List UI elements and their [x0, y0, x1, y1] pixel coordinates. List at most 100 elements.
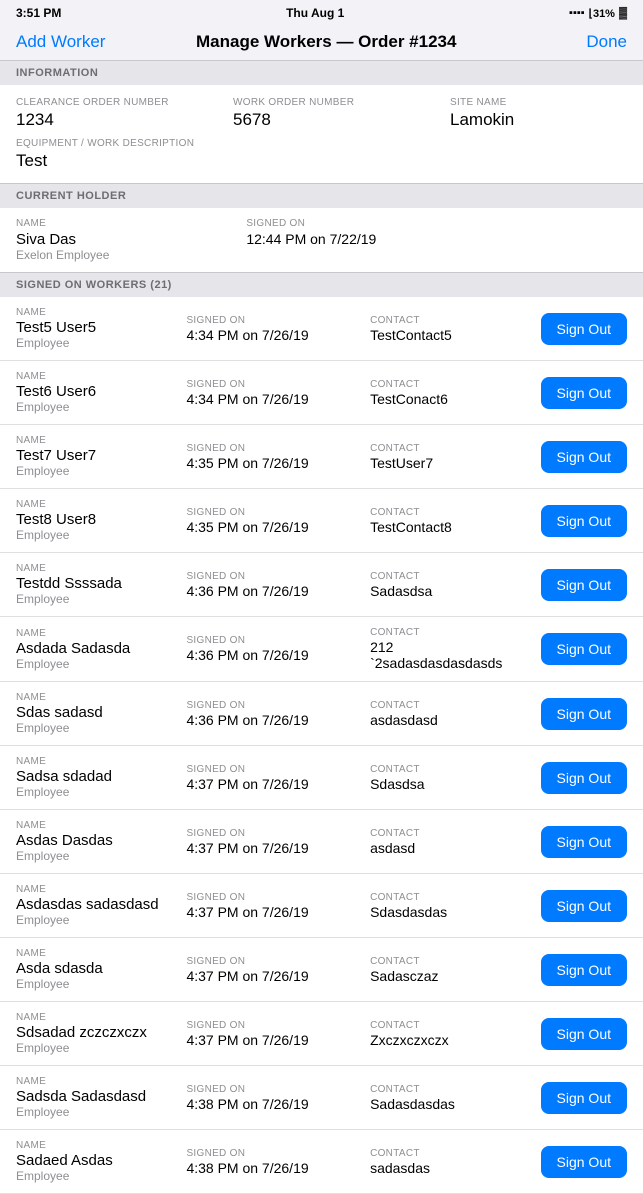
- worker-name-col-6: Name Sdas sadasd Employee: [16, 692, 174, 735]
- worker-contact-value-12: Sadasdasdas: [370, 1096, 528, 1112]
- worker-name-col-11: Name Sdsadad zczczxczx Employee: [16, 1012, 174, 1055]
- worker-signed-label-2: Signed On: [186, 443, 358, 454]
- worker-row: Name Sadaed Asdas Employee Signed On 4:3…: [0, 1130, 643, 1194]
- worker-action-col-12: Sign Out: [541, 1082, 627, 1114]
- add-worker-button[interactable]: Add Worker: [16, 32, 105, 52]
- worker-role-value-5: Employee: [16, 657, 174, 671]
- worker-signed-value-9: 4:37 PM on 7/26/19: [186, 904, 358, 920]
- worker-contact-col-0: Contact TestContact5: [370, 315, 528, 343]
- worker-contact-value-2: TestUser7: [370, 455, 528, 471]
- worker-row-content-2: Name Test7 User7 Employee Signed On 4:35…: [16, 435, 627, 478]
- sign-out-button-11[interactable]: Sign Out: [541, 1018, 627, 1050]
- work-order-value: 5678: [233, 110, 410, 130]
- worker-name-label-13: Name: [16, 1140, 174, 1151]
- worker-name-label-2: Name: [16, 435, 174, 446]
- worker-name-value-4: Testdd Ssssada: [16, 575, 174, 592]
- worker-contact-col-3: Contact TestContact8: [370, 507, 528, 535]
- worker-signed-value-7: 4:37 PM on 7/26/19: [186, 776, 358, 792]
- worker-name-value-8: Asdas Dasdas: [16, 832, 174, 849]
- worker-role-value-8: Employee: [16, 849, 174, 863]
- worker-signed-value-3: 4:35 PM on 7/26/19: [186, 519, 358, 535]
- worker-name-value-2: Test7 User7: [16, 447, 174, 464]
- worker-signed-col-12: Signed On 4:38 PM on 7/26/19: [186, 1084, 358, 1112]
- clearance-order-value: 1234: [16, 110, 193, 130]
- worker-name-value-7: Sadsa sdadad: [16, 768, 174, 785]
- worker-name-col-5: Name Asdada Sadasda Employee: [16, 628, 174, 671]
- sign-out-button-1[interactable]: Sign Out: [541, 377, 627, 409]
- worker-role-value-3: Employee: [16, 528, 174, 542]
- worker-signed-col-8: Signed On 4:37 PM on 7/26/19: [186, 828, 358, 856]
- worker-name-col-12: Name Sadsda Sadasdasd Employee: [16, 1076, 174, 1119]
- site-name-field: Site Name Lamokin: [450, 97, 627, 130]
- sign-out-button-0[interactable]: Sign Out: [541, 313, 627, 345]
- sign-out-button-7[interactable]: Sign Out: [541, 762, 627, 794]
- worker-contact-value-0: TestContact5: [370, 327, 528, 343]
- nav-bar: Add Worker Manage Workers — Order #1234 …: [0, 24, 643, 61]
- worker-row-content-4: Name Testdd Ssssada Employee Signed On 4…: [16, 563, 627, 606]
- worker-name-col-3: Name Test8 User8 Employee: [16, 499, 174, 542]
- sign-out-button-10[interactable]: Sign Out: [541, 954, 627, 986]
- worker-name-value-10: Asda sdasda: [16, 960, 174, 977]
- worker-name-label-4: Name: [16, 563, 174, 574]
- worker-action-col-11: Sign Out: [541, 1018, 627, 1050]
- sign-out-button-2[interactable]: Sign Out: [541, 441, 627, 473]
- holder-signed-label: Signed On: [246, 218, 627, 229]
- holder-name-value: Siva Das: [16, 231, 206, 248]
- worker-contact-label-1: Contact: [370, 379, 528, 390]
- sign-out-button-3[interactable]: Sign Out: [541, 505, 627, 537]
- holder-name-field: Name Siva Das Exelon Employee: [16, 218, 206, 262]
- worker-name-col-4: Name Testdd Ssssada Employee: [16, 563, 174, 606]
- worker-contact-value-6: asdasdasd: [370, 712, 528, 728]
- worker-row-content-7: Name Sadsa sdadad Employee Signed On 4:3…: [16, 756, 627, 799]
- done-button[interactable]: Done: [547, 32, 627, 52]
- worker-signed-value-4: 4:36 PM on 7/26/19: [186, 583, 358, 599]
- site-name-label: Site Name: [450, 97, 627, 108]
- worker-name-value-5: Asdada Sadasda: [16, 640, 174, 657]
- worker-signed-label-5: Signed On: [186, 635, 358, 646]
- worker-signed-value-0: 4:34 PM on 7/26/19: [186, 327, 358, 343]
- worker-name-value-0: Test5 User5: [16, 319, 174, 336]
- worker-role-value-1: Employee: [16, 400, 174, 414]
- worker-signed-label-6: Signed On: [186, 700, 358, 711]
- site-name-value: Lamokin: [450, 110, 627, 130]
- worker-signed-value-11: 4:37 PM on 7/26/19: [186, 1032, 358, 1048]
- sign-out-button-12[interactable]: Sign Out: [541, 1082, 627, 1114]
- worker-signed-label-11: Signed On: [186, 1020, 358, 1031]
- worker-name-col-2: Name Test7 User7 Employee: [16, 435, 174, 478]
- worker-role-value-12: Employee: [16, 1105, 174, 1119]
- worker-role-value-10: Employee: [16, 977, 174, 991]
- worker-action-col-13: Sign Out: [541, 1146, 627, 1178]
- sign-out-button-6[interactable]: Sign Out: [541, 698, 627, 730]
- status-icons: ▪▪▪▪ ⌊31% ▓: [569, 7, 627, 20]
- sign-out-button-4[interactable]: Sign Out: [541, 569, 627, 601]
- worker-row: Name Asdasdas sadasdasd Employee Signed …: [0, 874, 643, 938]
- sign-out-button-13[interactable]: Sign Out: [541, 1146, 627, 1178]
- worker-contact-col-1: Contact TestConact6: [370, 379, 528, 407]
- worker-signed-value-6: 4:36 PM on 7/26/19: [186, 712, 358, 728]
- worker-row: Name Test7 User7 Employee Signed On 4:35…: [0, 425, 643, 489]
- sign-out-button-5[interactable]: Sign Out: [541, 633, 627, 665]
- sign-out-button-8[interactable]: Sign Out: [541, 826, 627, 858]
- worker-name-label-1: Name: [16, 371, 174, 382]
- worker-row: Name Sdsadad zczczxczx Employee Signed O…: [0, 1002, 643, 1066]
- worker-signed-col-2: Signed On 4:35 PM on 7/26/19: [186, 443, 358, 471]
- worker-signed-label-7: Signed On: [186, 764, 358, 775]
- worker-signed-col-3: Signed On 4:35 PM on 7/26/19: [186, 507, 358, 535]
- worker-name-value-13: Sadaed Asdas: [16, 1152, 174, 1169]
- worker-contact-value-10: Sadasczaz: [370, 968, 528, 984]
- worker-contact-col-2: Contact TestUser7: [370, 443, 528, 471]
- worker-action-col-6: Sign Out: [541, 698, 627, 730]
- worker-contact-col-12: Contact Sadasdasdas: [370, 1084, 528, 1112]
- worker-signed-label-12: Signed On: [186, 1084, 358, 1095]
- worker-signed-col-0: Signed On 4:34 PM on 7/26/19: [186, 315, 358, 343]
- worker-signed-col-10: Signed On 4:37 PM on 7/26/19: [186, 956, 358, 984]
- worker-contact-label-9: Contact: [370, 892, 528, 903]
- info-row-1: Clearance Order Number 1234 Work Order N…: [16, 97, 627, 130]
- sign-out-button-9[interactable]: Sign Out: [541, 890, 627, 922]
- holder-signed-value: 12:44 PM on 7/22/19: [246, 231, 627, 247]
- worker-contact-label-6: Contact: [370, 700, 528, 711]
- worker-contact-col-5: Contact 212 `2sadasdasdasdasds: [370, 627, 528, 671]
- worker-row: Name Asdas Dasdas Employee Signed On 4:3…: [0, 810, 643, 874]
- worker-signed-label-13: Signed On: [186, 1148, 358, 1159]
- worker-action-col-9: Sign Out: [541, 890, 627, 922]
